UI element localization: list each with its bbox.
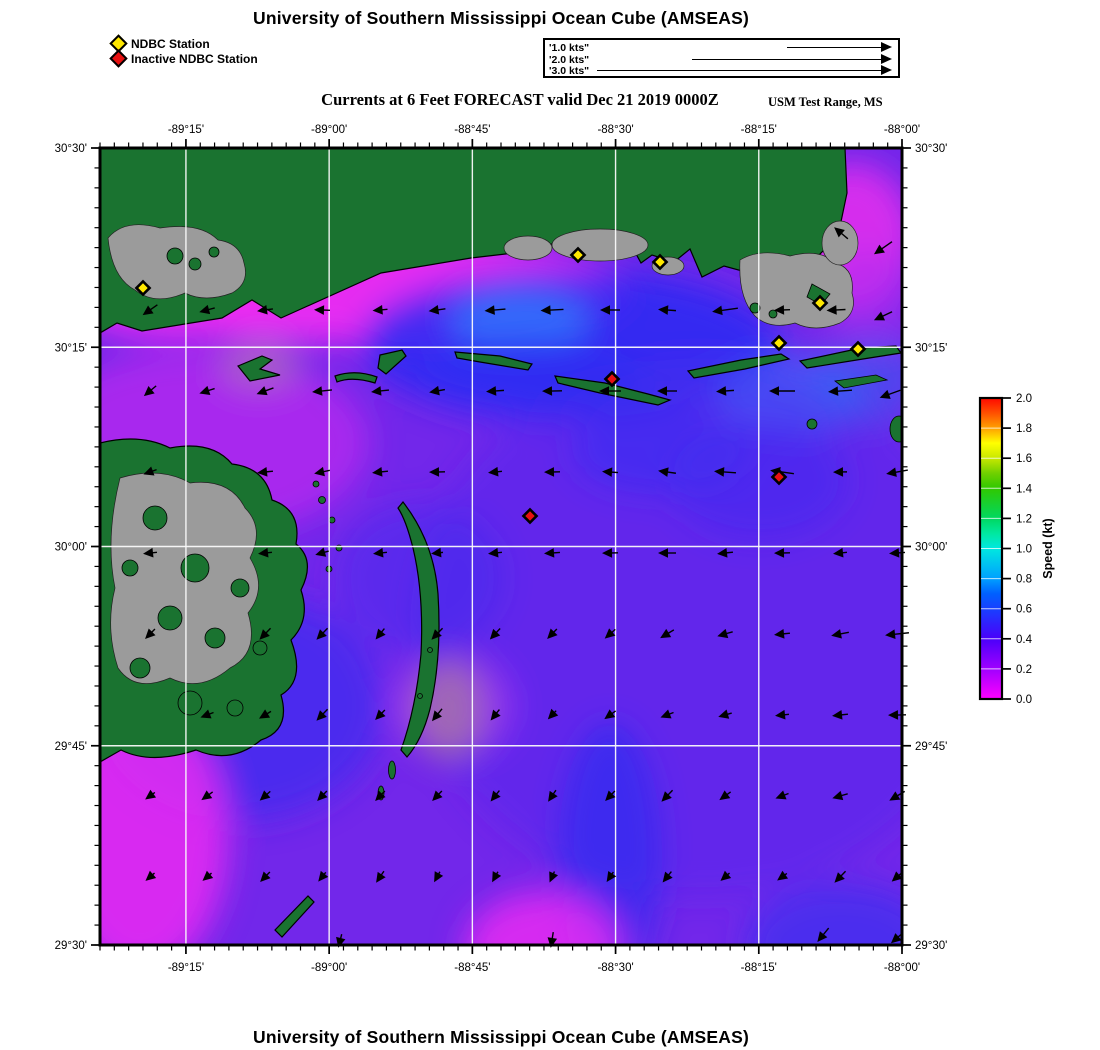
svg-text:-88°00': -88°00' — [884, 962, 920, 974]
colorbar-tick-label: 0.0 — [1016, 694, 1032, 706]
scale-label: '2.0 kts" — [549, 53, 590, 66]
svg-text:-88°15': -88°15' — [741, 124, 777, 136]
colorbar-axis-label: Speed (kt) — [1041, 518, 1055, 578]
colorbar-tick-label: 1.4 — [1016, 483, 1033, 495]
legend-label: NDBC Station — [131, 36, 210, 51]
colorbar-tick-label: 1.2 — [1016, 513, 1032, 525]
scale-arrowhead-icon — [881, 53, 892, 64]
colorbar-tick-label: 0.6 — [1016, 604, 1032, 616]
svg-text:-88°45': -88°45' — [454, 962, 490, 974]
svg-text:-89°15': -89°15' — [168, 962, 204, 974]
scale-arrowhead-icon — [881, 42, 892, 52]
scale-row: '2.0 kts" — [545, 53, 898, 66]
scale-row: '3.0 kts" — [545, 65, 898, 77]
svg-text:29°30': 29°30' — [915, 940, 947, 952]
colorbar-tick-label: 1.8 — [1016, 423, 1032, 435]
colorbar-tick-label: 0.2 — [1016, 664, 1032, 676]
colorbar-tick-label: 1.6 — [1016, 453, 1032, 465]
scale-label: '3.0 kts" — [549, 65, 590, 77]
legend-item-inactive: Inactive NDBC Station — [109, 49, 258, 68]
svg-text:-89°00': -89°00' — [311, 962, 347, 974]
legend-label: Inactive NDBC Station — [131, 51, 258, 66]
svg-text:30°30': 30°30' — [55, 143, 87, 155]
scale-arrow-line — [597, 70, 882, 71]
svg-text:-88°15': -88°15' — [741, 962, 777, 974]
inactive-station-diamond-icon — [109, 49, 128, 68]
svg-text:30°15': 30°15' — [915, 342, 947, 354]
page-title: University of Southern Mississippi Ocean… — [252, 8, 750, 28]
svg-text:-88°45': -88°45' — [454, 124, 490, 136]
svg-text:-89°00': -89°00' — [311, 124, 347, 136]
colorbar-tick-label: 0.8 — [1016, 574, 1032, 586]
station-legend: NDBC Station Inactive NDBC Station — [109, 34, 258, 68]
scale-arrow-line — [692, 58, 882, 60]
footer-title: University of Southern Mississippi Ocean… — [252, 1027, 750, 1047]
svg-text:30°30': 30°30' — [915, 143, 947, 155]
current-map: -89°15' -89°15' -89°00' -89°00' -88°45' -88°4… — [55, 124, 947, 974]
forecast-map-page: University of Southern Mississippi Ocean… — [0, 0, 1100, 1050]
speed-colorbar: 0.0 0.2 0.4 0.6 0.8 1.0 1.2 1.4 1.6 1.8 2.0 Speed (… — [978, 393, 1055, 706]
colorbar-tick-label: 2.0 — [1016, 393, 1032, 405]
svg-text:-89°15': -89°15' — [168, 124, 204, 136]
scale-row: '1.0 kts" — [545, 42, 898, 54]
colorbar-tick-label: 0.4 — [1016, 634, 1033, 646]
scale-arrow-line — [787, 47, 882, 48]
svg-text:-88°00': -88°00' — [884, 124, 920, 136]
svg-text:29°45': 29°45' — [915, 741, 947, 753]
scale-arrowhead-icon — [881, 65, 892, 75]
svg-text:29°45': 29°45' — [55, 741, 87, 753]
svg-text:30°15': 30°15' — [55, 342, 87, 354]
svg-text:30°00': 30°00' — [55, 542, 87, 554]
back-bay-marsh — [551, 228, 649, 262]
colorbar-tick-label: 1.0 — [1016, 544, 1032, 556]
svg-text:-88°30': -88°30' — [597, 124, 633, 136]
vector-scale-legend: '1.0 kts" '2.0 kts" '3.0 kts" — [543, 38, 900, 78]
legend-item-active: NDBC Station — [109, 34, 258, 53]
svg-text:30°00': 30°00' — [915, 542, 947, 554]
svg-text:-88°30': -88°30' — [597, 962, 633, 974]
svg-text:29°30': 29°30' — [55, 940, 87, 952]
scale-label: '1.0 kts" — [549, 42, 590, 54]
